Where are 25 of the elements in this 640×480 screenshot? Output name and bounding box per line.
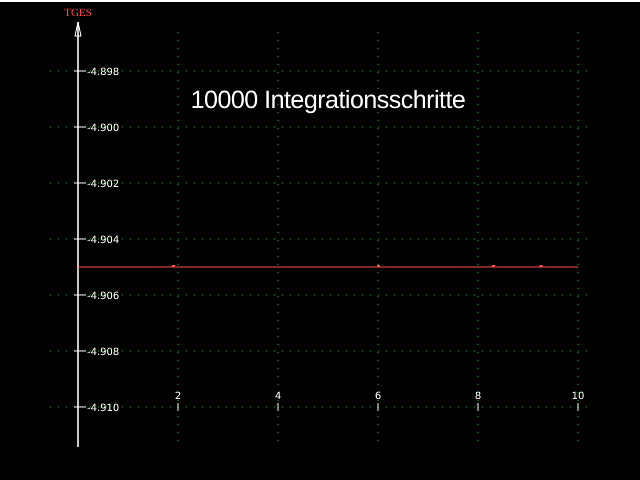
tick-label: -4.904 bbox=[87, 234, 120, 246]
tick-label: 8 bbox=[474, 390, 482, 402]
tick-label: 10 bbox=[572, 390, 584, 402]
chart-title: 10000 Integrationsschritte bbox=[190, 86, 466, 114]
tick-label: -4.906 bbox=[87, 290, 120, 302]
tick-mark bbox=[74, 126, 86, 128]
data-point bbox=[540, 264, 542, 267]
tick-label: 4 bbox=[274, 390, 282, 402]
tick-label: -4.910 bbox=[87, 402, 120, 414]
data-point bbox=[492, 264, 495, 267]
tick-label: -4.902 bbox=[87, 178, 120, 190]
data-point bbox=[377, 264, 380, 267]
tick-label: -4.898 bbox=[87, 67, 120, 78]
tick-mark bbox=[74, 350, 86, 352]
axis-label: TGES bbox=[64, 7, 92, 19]
data-point bbox=[172, 264, 175, 267]
tick-mark bbox=[74, 406, 86, 408]
tick-label: -4.908 bbox=[87, 346, 120, 358]
tick-mark bbox=[74, 182, 86, 184]
tick-mark bbox=[74, 70, 86, 72]
tick-mark bbox=[74, 238, 86, 240]
tick-mark bbox=[74, 294, 86, 296]
tick-label: -4.900 bbox=[87, 123, 120, 134]
tick-label: 6 bbox=[374, 390, 382, 402]
tick-label: 2 bbox=[174, 390, 182, 402]
